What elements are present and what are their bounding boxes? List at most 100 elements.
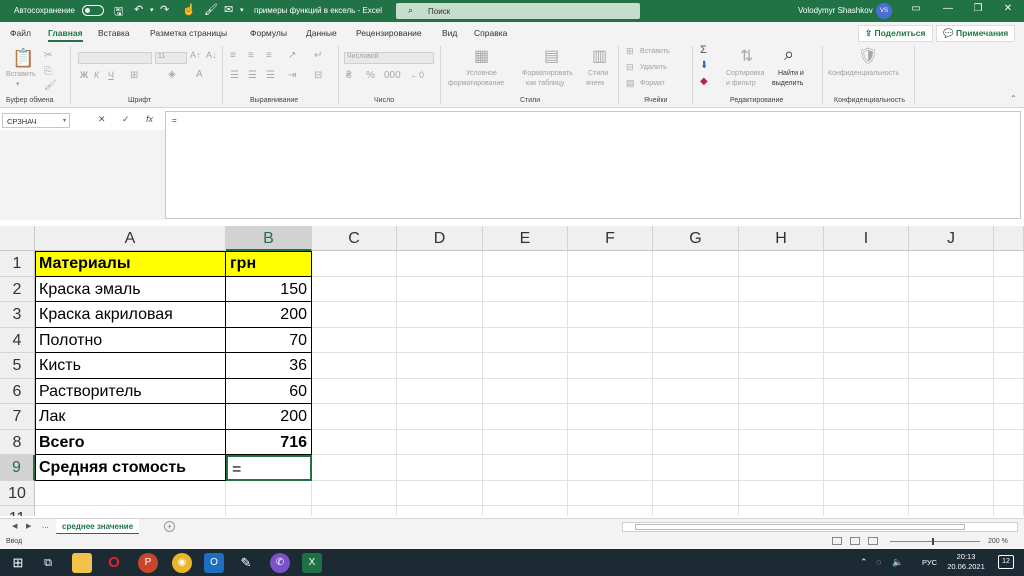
empty-cell[interactable] xyxy=(568,404,653,430)
cell-a3[interactable]: Краска акриловая xyxy=(35,302,226,328)
search-box[interactable]: ⌕ Поиск xyxy=(396,3,640,19)
tab-help[interactable]: Справка xyxy=(474,28,507,38)
clock[interactable]: 20:13 20.06.2021 xyxy=(946,552,986,572)
empty-cell[interactable] xyxy=(909,251,994,277)
empty-cell[interactable] xyxy=(312,276,397,302)
empty-cell[interactable] xyxy=(994,327,1024,353)
formula-input[interactable]: = xyxy=(165,111,1021,219)
share-button[interactable]: ⇪ Поделиться xyxy=(858,25,933,42)
delete-cells-icon[interactable]: ⊟ xyxy=(626,62,634,73)
empty-cell[interactable] xyxy=(824,378,909,404)
close-icon[interactable]: ✕ xyxy=(998,3,1018,14)
empty-cell[interactable] xyxy=(739,251,824,277)
empty-cell[interactable] xyxy=(824,506,909,516)
empty-cell[interactable] xyxy=(653,276,739,302)
empty-cell[interactable] xyxy=(994,480,1024,506)
ribbon-display-icon[interactable]: ▭ xyxy=(906,3,926,14)
empty-cell[interactable] xyxy=(994,429,1024,455)
font-color-icon[interactable]: A xyxy=(196,69,203,80)
task-view-icon[interactable]: ⧉ xyxy=(38,553,58,573)
empty-cell[interactable] xyxy=(483,480,568,506)
font-size-input[interactable]: 11 xyxy=(155,52,187,64)
select-all-corner[interactable] xyxy=(0,226,35,251)
cell-b2[interactable]: 150 xyxy=(226,276,312,302)
empty-cell[interactable] xyxy=(739,353,824,379)
cell-b4[interactable]: 70 xyxy=(226,327,312,353)
empty-cell[interactable] xyxy=(483,327,568,353)
copy-icon[interactable]: ⎘ xyxy=(44,66,52,77)
row-header-9[interactable]: 9 xyxy=(0,455,35,481)
empty-cell[interactable] xyxy=(909,302,994,328)
number-format-select[interactable]: Числовой xyxy=(344,52,434,64)
delete-cells-label[interactable]: Удалить xyxy=(640,64,667,71)
tab-data[interactable]: Данные xyxy=(306,28,337,38)
empty-cell[interactable] xyxy=(312,429,397,455)
empty-cell[interactable] xyxy=(739,480,824,506)
tab-file[interactable]: Файл xyxy=(10,28,31,38)
find-select-line2[interactable]: выделить xyxy=(772,80,803,87)
conditional-format-icon[interactable]: ▦ xyxy=(474,46,489,66)
restore-icon[interactable]: ❐ xyxy=(968,3,988,14)
row-header-7[interactable]: 7 xyxy=(0,404,35,430)
empty-cell[interactable] xyxy=(739,276,824,302)
column-header-h[interactable]: H xyxy=(739,226,824,251)
empty-cell[interactable] xyxy=(568,378,653,404)
cell-a6[interactable]: Растворитель xyxy=(35,378,226,404)
wifi-icon[interactable]: ◌ xyxy=(876,557,881,567)
viber-icon[interactable]: ✆ xyxy=(270,553,290,573)
empty-cell[interactable] xyxy=(824,404,909,430)
volume-icon[interactable]: 🔈 xyxy=(892,557,903,568)
empty-cell[interactable] xyxy=(568,327,653,353)
empty-cell[interactable] xyxy=(994,455,1024,481)
empty-cell[interactable] xyxy=(312,378,397,404)
column-header-i[interactable]: I xyxy=(824,226,909,251)
merge-icon[interactable]: ⊟ xyxy=(314,70,322,81)
column-header-b[interactable]: B xyxy=(226,226,312,251)
empty-cell[interactable] xyxy=(653,455,739,481)
minimize-icon[interactable]: — xyxy=(938,3,958,14)
format-painter-icon[interactable]: 🖌 xyxy=(44,80,57,91)
empty-cell[interactable] xyxy=(483,404,568,430)
align-left-icon[interactable]: ☰ xyxy=(230,70,239,81)
cond-format-line2[interactable]: форматирование xyxy=(448,80,504,87)
empty-cell[interactable] xyxy=(653,353,739,379)
undo-icon[interactable]: ↶ xyxy=(134,3,143,16)
more-sheets[interactable]: ... xyxy=(42,521,49,530)
empty-cell[interactable] xyxy=(312,455,397,481)
tab-page-layout[interactable]: Разметка страницы xyxy=(150,28,227,38)
insert-cells-icon[interactable]: ⊞ xyxy=(626,46,634,57)
empty-cell[interactable] xyxy=(824,327,909,353)
empty-cell[interactable] xyxy=(568,251,653,277)
empty-cell[interactable] xyxy=(568,506,653,516)
empty-cell[interactable] xyxy=(397,480,483,506)
empty-cell[interactable] xyxy=(35,480,226,506)
cell-a1[interactable]: Материалы xyxy=(35,251,226,277)
cut-icon[interactable]: ✂ xyxy=(44,50,52,61)
empty-cell[interactable] xyxy=(994,353,1024,379)
cond-format-line1[interactable]: Условное xyxy=(466,70,497,77)
format-cells-label[interactable]: Формат xyxy=(640,80,665,87)
customize-qat-icon[interactable]: ▾ xyxy=(240,6,244,14)
empty-cell[interactable] xyxy=(483,378,568,404)
orientation-icon[interactable]: ↗ xyxy=(288,50,296,61)
find-select-line1[interactable]: Найти и xyxy=(778,70,804,77)
column-header-f[interactable]: F xyxy=(568,226,653,251)
wrap-text-icon[interactable]: ↵ xyxy=(314,50,322,61)
empty-cell[interactable] xyxy=(739,404,824,430)
tab-view[interactable]: Вид xyxy=(442,28,457,38)
row-header-4[interactable]: 4 xyxy=(0,327,35,353)
empty-cell[interactable] xyxy=(483,302,568,328)
empty-cell[interactable] xyxy=(568,480,653,506)
align-bottom-icon[interactable]: ≡ xyxy=(266,50,272,61)
column-header-e[interactable]: E xyxy=(483,226,568,251)
scrollbar-thumb[interactable] xyxy=(635,524,965,530)
empty-cell[interactable] xyxy=(397,429,483,455)
language-indicator[interactable]: РУС xyxy=(922,558,937,567)
align-center-icon[interactable]: ☰ xyxy=(248,70,257,81)
empty-cell[interactable] xyxy=(483,353,568,379)
cell-b7[interactable]: 200 xyxy=(226,404,312,430)
column-header-d[interactable]: D xyxy=(397,226,483,251)
tab-home[interactable]: Главная xyxy=(48,28,83,42)
normal-view-icon[interactable] xyxy=(832,537,842,545)
empty-cell[interactable] xyxy=(312,251,397,277)
